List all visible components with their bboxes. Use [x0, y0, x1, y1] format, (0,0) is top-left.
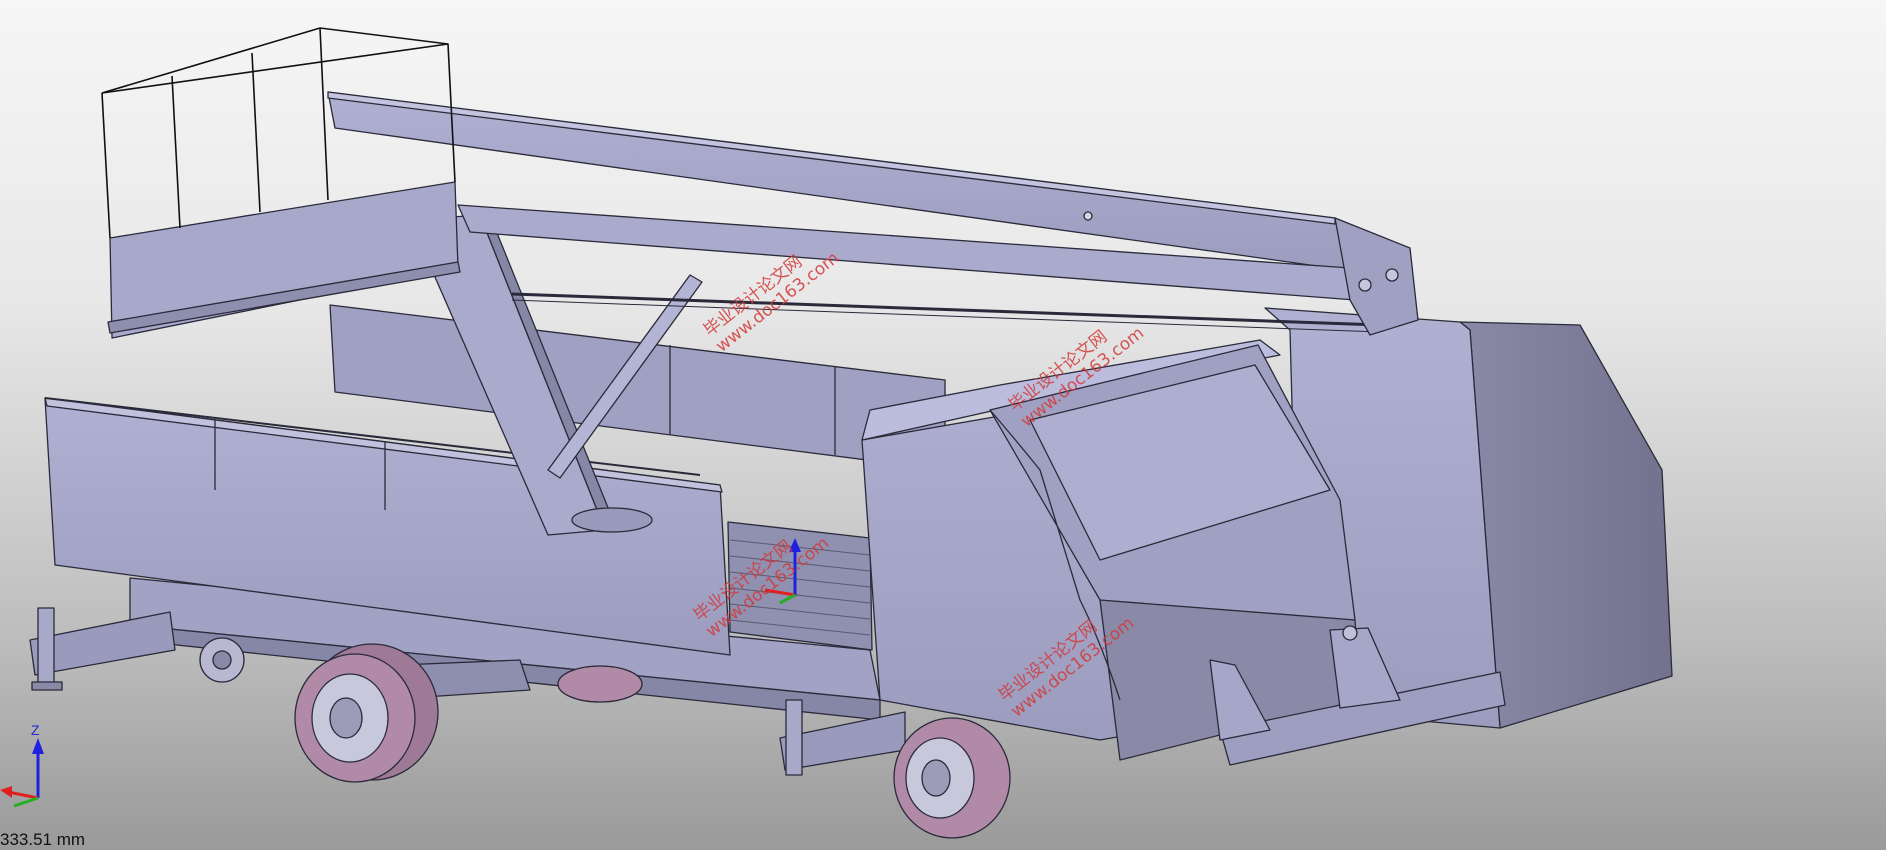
tie-rod[interactable] [511, 292, 1381, 327]
front-wheel-hub[interactable] [921, 759, 951, 797]
rear-guard-frame[interactable] [329, 304, 946, 471]
boom-pivot-hole[interactable] [1083, 211, 1093, 221]
spare-wheel-hub[interactable] [212, 650, 232, 670]
outrigger-front-foot[interactable] [31, 681, 63, 691]
scale-readout: 333.51 mm [0, 830, 86, 849]
turntable-base[interactable] [571, 507, 653, 533]
upper-boom-arm-top[interactable] [327, 91, 1336, 225]
outrigger-front-leg[interactable] [37, 607, 55, 687]
triad-z-label: Z [31, 722, 40, 738]
aerial-work-truck-model[interactable] [0, 0, 1886, 850]
cad-3d-viewport[interactable]: 毕业设计论文网 www.doc163.com 毕业设计论文网 www.doc16… [0, 0, 1886, 850]
view-orientation-triad[interactable] [0, 738, 44, 808]
basket-front-rail[interactable] [101, 92, 111, 239]
outrigger-rear-leg[interactable] [785, 699, 803, 776]
rear-wheel-far[interactable] [557, 665, 643, 703]
rear-wheel-hub[interactable] [329, 697, 363, 739]
